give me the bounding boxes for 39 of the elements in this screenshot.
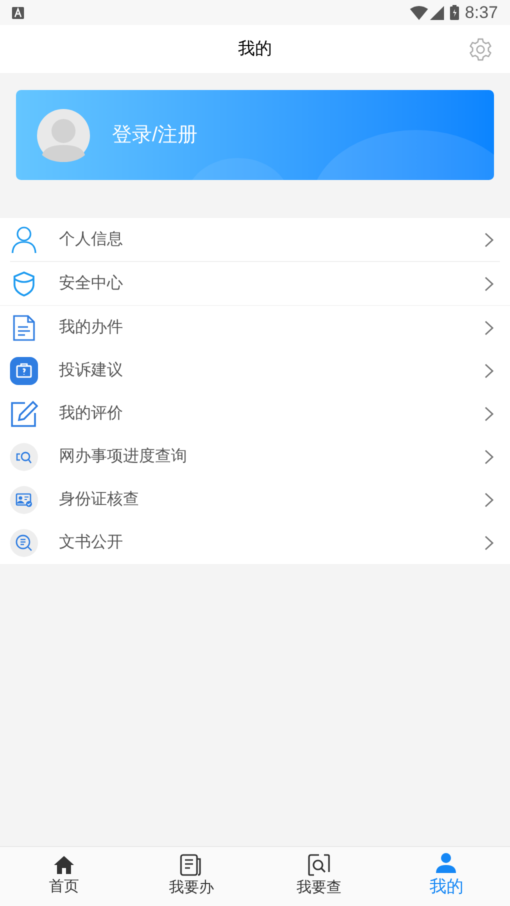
person-icon: [11, 226, 37, 254]
document-icon: [13, 314, 35, 340]
page-title: 我的: [238, 38, 272, 60]
magnifier-document-icon: [10, 528, 38, 556]
menu-item[interactable]: 安全中心: [0, 262, 510, 305]
menu-item[interactable]: 我的评价: [0, 392, 510, 435]
briefcase-icon: [10, 356, 38, 384]
chevron-right-icon: [484, 276, 494, 292]
chevron-right-icon: [484, 492, 494, 508]
chevron-right-icon: [484, 406, 494, 422]
tab-bar-item[interactable]: 我要办: [128, 847, 255, 906]
chevron-right-icon: [484, 232, 494, 248]
chevron-right-icon: [484, 448, 494, 464]
home-icon: [52, 854, 75, 875]
person-icon: [435, 853, 458, 874]
edit-icon: [10, 400, 38, 428]
settings-icon[interactable]: [468, 37, 493, 62]
chevron-right-icon: [484, 362, 494, 378]
tab-bar-item[interactable]: 首页: [0, 847, 128, 906]
menu-item[interactable]: 个人信息: [0, 218, 510, 261]
signal-icon: [430, 6, 444, 20]
wifi-icon: [410, 6, 428, 20]
chevron-right-icon: [484, 534, 494, 550]
chevron-right-icon: [484, 320, 494, 336]
avatar-icon: [37, 108, 90, 162]
id-card-icon: [10, 486, 38, 514]
notification-icon: [12, 6, 24, 18]
menu-item[interactable]: 我的办件: [0, 306, 510, 349]
tab-bar-item[interactable]: 我要查: [255, 847, 382, 906]
shield-icon: [13, 270, 35, 296]
clock-time: 8:37: [464, 2, 498, 24]
menu-item[interactable]: 身份证核查: [0, 478, 510, 521]
search-icon: [308, 854, 330, 876]
battery-icon: [450, 5, 459, 20]
menu-item[interactable]: 投诉建议: [0, 349, 510, 392]
search-document-icon: [10, 442, 38, 470]
document-icon: [180, 854, 202, 876]
menu-item[interactable]: 网办事项进度查询: [0, 435, 510, 478]
menu-item[interactable]: 文书公开: [0, 521, 510, 564]
